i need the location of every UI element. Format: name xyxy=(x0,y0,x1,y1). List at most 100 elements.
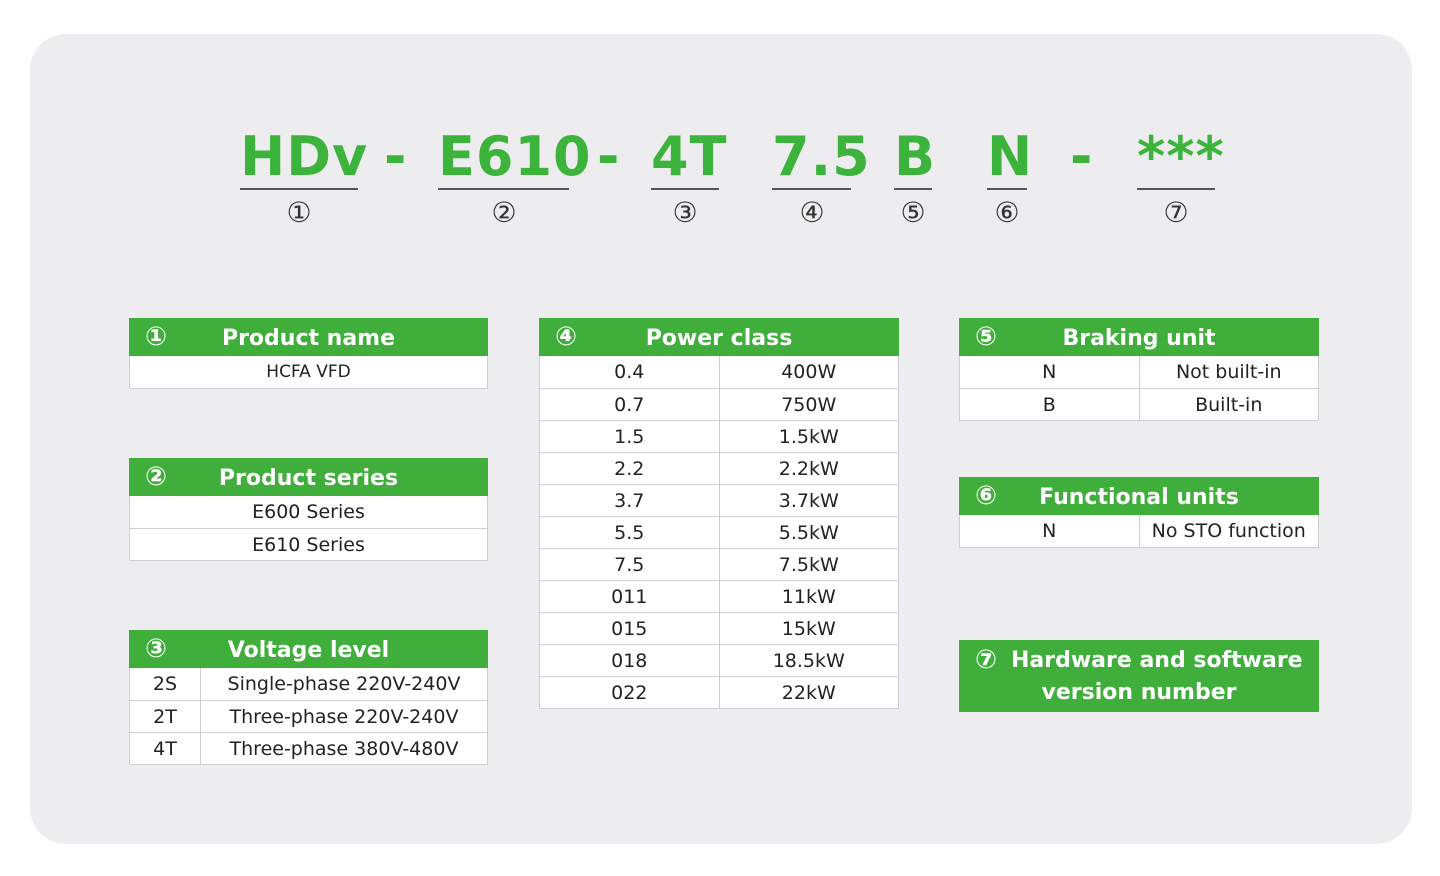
table-cell: 22kW xyxy=(718,677,899,708)
table-cell: 3.7kW xyxy=(718,485,899,516)
table-cell: 2T xyxy=(153,706,177,728)
table-row: 022 22kW xyxy=(540,676,898,708)
table-row: 3.7 3.7kW xyxy=(540,484,898,516)
voltage-level-table: ③ Voltage level 2S Single-phase 220V-240… xyxy=(129,630,488,765)
table-cell: 022 xyxy=(611,682,648,704)
table-number: ⑦ xyxy=(975,645,998,675)
code-underline xyxy=(438,188,569,190)
table-row: N No STO function xyxy=(960,515,1318,547)
table-cell: 0.4 xyxy=(614,361,645,383)
table-cell: 5.5 xyxy=(614,522,645,544)
table-cell: 400W xyxy=(718,356,899,388)
code-separator: - xyxy=(597,125,620,188)
table-cell: 1.5 xyxy=(614,426,645,448)
table-body: 2S Single-phase 220V-240V 2T Three-phase… xyxy=(129,668,488,765)
table-cell: 7.5kW xyxy=(718,549,899,580)
hw-sw-version-box: ⑦ Hardware and software version number xyxy=(959,640,1319,712)
code-number: ③ xyxy=(672,196,698,229)
table-cell: 1.5kW xyxy=(718,421,899,452)
table-title: Product series xyxy=(218,466,399,491)
code-underline xyxy=(651,188,719,190)
table-cell: 750W xyxy=(718,389,899,420)
table-cell: E600 Series xyxy=(252,501,365,523)
table-cell: 015 xyxy=(611,618,648,640)
table-header: ④ Power class xyxy=(539,318,899,356)
code-separator: - xyxy=(384,125,407,188)
table-cell: 18.5kW xyxy=(718,645,899,676)
table-row: 2T Three-phase 220V-240V xyxy=(130,700,487,732)
table-body: 0.4 400W 0.7 750W 1.5 1.5kW 2.2 2.2kW 3.7 3.7kW 5.… xyxy=(539,356,899,709)
code-text: 7.5 xyxy=(772,125,871,188)
code-text: 4T xyxy=(651,125,728,188)
table-cell: Built-in xyxy=(1138,389,1319,420)
table-cell: 2.2 xyxy=(614,458,645,480)
product-series-table: ② Product series E600 Series E610 Series xyxy=(129,458,488,561)
table-row: 015 15kW xyxy=(540,612,898,644)
code-text: HDv xyxy=(240,125,369,188)
code-number: ⑦ xyxy=(1163,196,1189,229)
table-row: 4T Three-phase 380V-480V xyxy=(130,732,487,764)
table-cell: Single-phase 220V-240V xyxy=(200,668,487,700)
table-header: ⑥ Functional units xyxy=(959,477,1319,515)
code-underline xyxy=(894,188,932,190)
code-underline xyxy=(240,188,358,190)
code-segment-power: 7.5 xyxy=(772,125,871,190)
table-body: HCFA VFD xyxy=(129,356,488,389)
code-segment-functional: N xyxy=(987,125,1034,190)
table-row: N Not built-in xyxy=(960,356,1318,388)
code-underline xyxy=(1137,188,1215,190)
table-row: B Built-in xyxy=(960,388,1318,420)
table-cell: N xyxy=(1042,361,1057,383)
table-row: 018 18.5kW xyxy=(540,644,898,676)
table-row: E600 Series xyxy=(130,496,487,528)
table-cell: B xyxy=(1042,394,1056,416)
table-cell: 2S xyxy=(152,673,178,695)
table-row: 0.4 400W xyxy=(540,356,898,388)
code-segment-version: *** xyxy=(1137,125,1225,190)
table-cell: 3.7 xyxy=(614,490,645,512)
table-row: 1.5 1.5kW xyxy=(540,420,898,452)
table-header: ① Product name xyxy=(129,318,488,356)
code-number: ④ xyxy=(799,196,825,229)
table-row: 2.2 2.2kW xyxy=(540,452,898,484)
code-number: ① xyxy=(286,196,312,229)
table-row: E610 Series xyxy=(130,528,487,560)
table-cell: HCFA VFD xyxy=(266,362,351,382)
table-row: 5.5 5.5kW xyxy=(540,516,898,548)
table-header: ⑤ Braking unit xyxy=(959,318,1319,356)
table-cell: Three-phase 380V-480V xyxy=(200,733,487,764)
table-body: N No STO function xyxy=(959,515,1319,548)
table-cell: 15kW xyxy=(718,613,899,644)
table-body: N Not built-in B Built-in xyxy=(959,356,1319,421)
code-number: ② xyxy=(491,196,517,229)
code-segment-braking: B xyxy=(894,125,937,190)
box-title-line2: version number xyxy=(1041,680,1237,705)
table-title: Product name xyxy=(221,326,396,351)
table-cell: Three-phase 220V-240V xyxy=(200,701,487,732)
code-text: E610 xyxy=(438,125,592,188)
code-segment-voltage: 4T xyxy=(651,125,728,190)
table-cell: 4T xyxy=(153,738,177,760)
table-cell: 7.5 xyxy=(614,554,645,576)
table-row: 7.5 7.5kW xyxy=(540,548,898,580)
table-cell: 011 xyxy=(611,586,648,608)
table-row: 011 11kW xyxy=(540,580,898,612)
table-row: HCFA VFD xyxy=(130,356,487,388)
code-text: *** xyxy=(1137,125,1225,188)
table-header: ③ Voltage level xyxy=(129,630,488,668)
code-text: B xyxy=(894,125,937,188)
table-title: Functional units xyxy=(1039,485,1239,510)
code-number: ⑤ xyxy=(900,196,926,229)
code-text: N xyxy=(987,125,1034,188)
table-cell: 2.2kW xyxy=(718,453,899,484)
box-title-line1: Hardware and software xyxy=(1011,648,1303,673)
code-underline xyxy=(987,188,1027,190)
code-segment-model: E610 xyxy=(438,125,592,190)
table-cell: No STO function xyxy=(1138,515,1319,547)
table-body: E600 Series E610 Series xyxy=(129,496,488,561)
functional-units-table: ⑥ Functional units N No STO function xyxy=(959,477,1319,548)
code-segment-series: HDv xyxy=(240,125,369,190)
table-cell: 018 xyxy=(611,650,648,672)
table-header: ② Product series xyxy=(129,458,488,496)
table-row: 0.7 750W xyxy=(540,388,898,420)
